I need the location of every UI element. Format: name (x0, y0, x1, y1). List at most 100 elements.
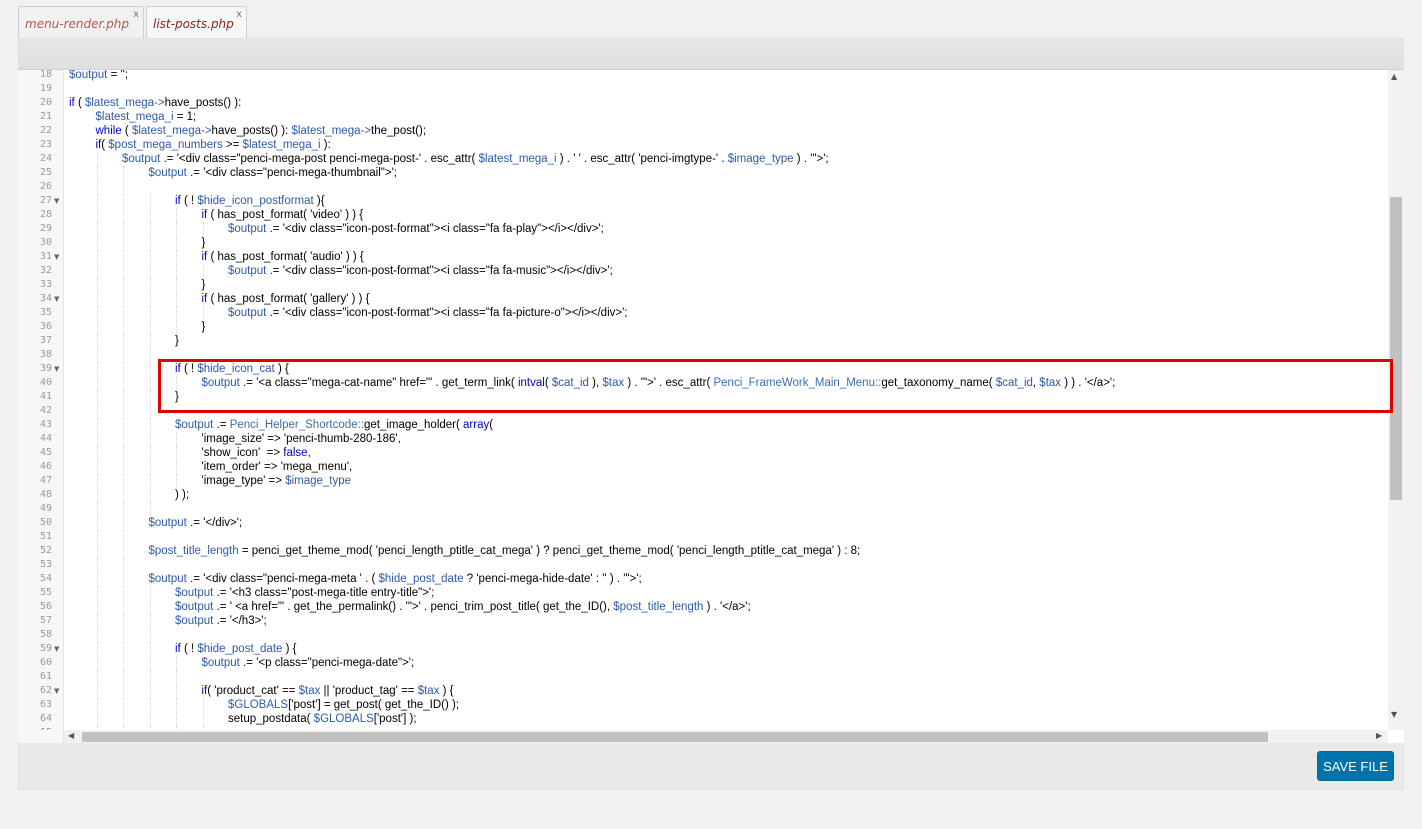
code-line[interactable]: 35 $output .= '<div class="icon-post-form… (18, 306, 1388, 320)
horizontal-scrollbar[interactable]: ◀ ▶ (64, 730, 1388, 743)
line-number: 41 (39, 391, 52, 402)
close-icon[interactable]: x (236, 10, 242, 20)
code-line[interactable]: 22 while ( $latest_mega->have_posts() ): … (18, 124, 1388, 138)
code-text: $output .= '<h3 class="post-mega-title e… (175, 587, 435, 599)
code-text: 'show_icon' => false, (201, 447, 311, 459)
code-line[interactable]: 53 (18, 558, 1388, 572)
code-line[interactable]: 54 $output .= '<div class="penci-mega-met… (18, 572, 1388, 586)
indent-guide (123, 264, 124, 278)
code-line[interactable]: 48) ); (18, 488, 1388, 502)
vertical-scrollbar[interactable]: ▲ ▼ (1388, 70, 1404, 730)
code-line[interactable]: 43 $output .= Penci_Helper_Shortcode::get… (18, 418, 1388, 432)
vertical-scroll-thumb[interactable] (1390, 197, 1402, 500)
code-line[interactable]: 30} (18, 236, 1388, 250)
line-number: 48 (39, 489, 52, 500)
code-line[interactable]: 47 'image_type' => $image_type (18, 474, 1388, 488)
code-line[interactable]: 63 $GLOBALS['post'] = get_post( get_the_I… (18, 698, 1388, 712)
code-line[interactable]: 18 $output = ''; (18, 70, 1388, 82)
indent-guide (96, 194, 98, 208)
indent-guide (176, 432, 177, 446)
line-number: 65 (18, 726, 52, 730)
code-line[interactable]: 60 $output .= '<p class="penci-mega-date"… (18, 656, 1388, 670)
indent-guide (176, 236, 177, 250)
code-line[interactable]: 21 $latest_mega_i = 1; (18, 110, 1388, 124)
code-line[interactable]: 40 $output .= '<a class="mega-cat-name" h… (18, 376, 1388, 390)
code-line[interactable]: 64 setup_postdata( $GLOBALS['post'] ); (18, 712, 1388, 726)
code-line[interactable]: 51 (18, 530, 1388, 544)
code-line[interactable]: 23 if( $post_mega_numbers >= $latest_mega… (18, 138, 1388, 152)
code-line[interactable]: 49 (18, 502, 1388, 516)
code-line[interactable]: 62 ▼ if( 'product_cat' == $tax || 'product… (18, 684, 1388, 698)
code-editor[interactable]: 18 $output = ''; 19 20 if ( $latest_mega->ha… (18, 69, 1404, 743)
fold-arrow-icon[interactable]: ▼ (54, 292, 59, 306)
code-line[interactable]: 20 if ( $latest_mega->have_posts() ): (18, 96, 1388, 110)
code-line[interactable]: 25 $output .= '<div class="penci-mega-thu… (18, 166, 1388, 180)
code-line[interactable]: 32 $output .= '<div class="icon-post-form… (18, 264, 1388, 278)
code-line[interactable]: 24 $output .= '<div class="penci-mega-pos… (18, 152, 1388, 166)
line-number: 35 (39, 307, 52, 318)
code-line[interactable]: 57 $output .= '</h3>'; (18, 614, 1388, 628)
indent-guide (149, 306, 151, 320)
indent-guide (96, 516, 98, 530)
indent-guide (96, 404, 98, 418)
code-line[interactable]: 61 (18, 670, 1388, 684)
code-line[interactable]: 31 ▼ if ( has_post_format( 'audio' ) ) { (18, 250, 1388, 264)
code-line[interactable]: 26 (18, 180, 1388, 194)
code-line[interactable]: 37} (18, 334, 1388, 348)
tab-list-posts[interactable]: list-posts.php x (146, 6, 247, 39)
code-lines[interactable]: 18 $output = ''; 19 20 if ( $latest_mega->ha… (18, 70, 1388, 730)
code-line[interactable]: 58 (18, 628, 1388, 642)
indent-guide (96, 628, 98, 642)
line-number: 50 (39, 517, 52, 528)
code-line[interactable]: 50 $output .= '</div>'; (18, 516, 1388, 530)
indent-guide (123, 390, 124, 404)
code-text: if ( has_post_format( 'video' ) ) { (201, 209, 364, 221)
code-line[interactable]: 55 $output .= '<h3 class="post-mega-title… (18, 586, 1388, 600)
fold-arrow-icon[interactable]: ▼ (54, 642, 59, 656)
fold-arrow-icon[interactable]: ▼ (54, 194, 59, 208)
scroll-left-icon[interactable]: ◀ (68, 731, 74, 740)
code-line[interactable]: 27 ▼ if ( ! $hide_icon_postformat ){ (18, 194, 1388, 208)
code-line[interactable]: 45 'show_icon' => false, (18, 446, 1388, 460)
scroll-down-icon[interactable]: ▼ (1391, 710, 1397, 719)
line-number: 18 (39, 70, 52, 80)
code-line[interactable]: 28 if ( has_post_format( 'video' ) ) { (18, 208, 1388, 222)
indent-guide (149, 334, 151, 348)
code-line[interactable]: 38 (18, 348, 1388, 362)
line-number: 46 (39, 461, 52, 472)
line-number: 61 (39, 671, 52, 682)
line-number: 31 (39, 251, 52, 262)
close-icon[interactable]: x (133, 10, 139, 20)
code-line[interactable]: 44 'image_size' => 'penci-thumb-280-186', (18, 432, 1388, 446)
scroll-right-icon[interactable]: ▶ (1376, 731, 1382, 740)
code-line[interactable]: 52 $post_title_length = penci_get_theme_m… (18, 544, 1388, 558)
indent-guide (149, 656, 151, 670)
code-line[interactable]: 34 ▼ if ( has_post_format( 'gallery' ) ) { (18, 292, 1388, 306)
fold-arrow-icon[interactable]: ▼ (54, 684, 59, 698)
indent-guide (96, 460, 98, 474)
fold-arrow-icon[interactable]: ▼ (54, 362, 59, 376)
indent-guide (123, 572, 124, 586)
indent-guide (123, 404, 124, 418)
code-line[interactable]: 46 'item_order' => 'mega_menu', (18, 460, 1388, 474)
save-file-button[interactable]: SAVE FILE (1317, 751, 1394, 781)
line-number: 36 (39, 321, 52, 332)
code-line[interactable]: 19 (18, 82, 1388, 96)
fold-arrow-icon[interactable]: ▼ (54, 250, 59, 264)
scroll-up-icon[interactable]: ▲ (1391, 72, 1397, 81)
code-line[interactable]: 42 (18, 404, 1388, 418)
tab-menu-render[interactable]: menu-render.php x (18, 6, 144, 39)
indent-guide (149, 684, 151, 698)
code-line[interactable]: 56 $output .= ' <a href="' . get_the_perm… (18, 600, 1388, 614)
code-line[interactable]: 36} (18, 320, 1388, 334)
code-line[interactable]: 33} (18, 278, 1388, 292)
code-line[interactable]: 39 ▼ if ( ! $hide_icon_cat ) { (18, 362, 1388, 376)
code-line[interactable]: 29 $output .= '<div class="icon-post-form… (18, 222, 1388, 236)
indent-guide (149, 376, 151, 390)
code-line[interactable]: 59 ▼ if ( ! $hide_post_date ) { (18, 642, 1388, 656)
indent-guide (149, 586, 151, 600)
indent-guide (96, 502, 98, 516)
horizontal-scroll-thumb[interactable] (82, 732, 1268, 742)
code-line[interactable]: 41} (18, 390, 1388, 404)
line-number: 59 (39, 643, 52, 654)
